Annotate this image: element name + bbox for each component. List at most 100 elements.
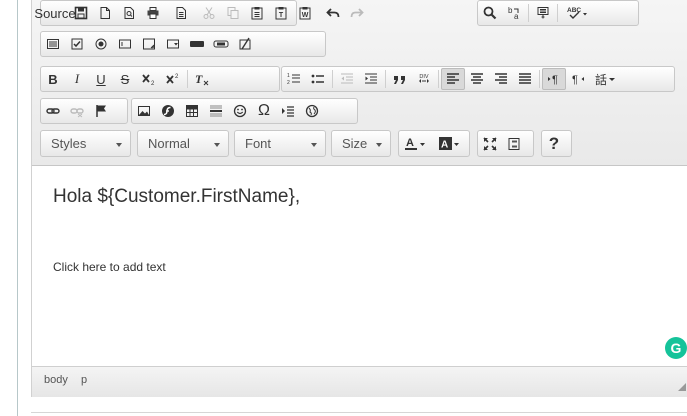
align-right-icon xyxy=(495,73,507,84)
spell-check-button[interactable]: ABC xyxy=(560,2,594,24)
flash-button[interactable] xyxy=(156,100,180,122)
svg-text:¶: ¶ xyxy=(552,74,558,86)
iframe-button[interactable] xyxy=(300,100,324,122)
svg-text:DIV: DIV xyxy=(419,74,429,80)
toolbar-group-paragraph: 1 2 DIV ¶ ¶ 話 xyxy=(281,66,675,92)
styles-combo[interactable]: Styles xyxy=(40,130,131,157)
save-button[interactable] xyxy=(69,2,93,24)
increase-indent-button[interactable] xyxy=(359,68,383,90)
language-button[interactable]: 話 xyxy=(590,68,620,90)
chevron-down-icon xyxy=(214,143,220,147)
justify-button[interactable] xyxy=(513,68,537,90)
create-div-button[interactable]: DIV xyxy=(412,68,436,90)
numbered-list-button[interactable]: 1 2 xyxy=(282,68,306,90)
unlink-button[interactable] xyxy=(65,100,89,122)
image-button[interactable] xyxy=(132,100,156,122)
decrease-indent-icon xyxy=(341,73,353,84)
resize-handle[interactable] xyxy=(678,383,686,391)
paste-button[interactable] xyxy=(245,2,269,24)
button-element-button[interactable] xyxy=(185,33,209,55)
image-button-element-button[interactable] xyxy=(209,33,233,55)
remove-format-button[interactable]: T xyxy=(190,68,214,90)
maximize-button[interactable] xyxy=(478,133,502,155)
find-button[interactable] xyxy=(478,2,502,24)
align-center-button[interactable] xyxy=(465,68,489,90)
chevron-down-icon xyxy=(609,77,615,81)
paste-icon xyxy=(251,7,263,20)
preview-button[interactable] xyxy=(117,2,141,24)
align-right-button[interactable] xyxy=(489,68,513,90)
hidden-field-button[interactable] xyxy=(233,33,257,55)
separator xyxy=(557,4,558,22)
link-button[interactable] xyxy=(41,100,65,122)
help-icon: ? xyxy=(548,133,560,153)
copy-button[interactable] xyxy=(221,2,245,24)
editor-content[interactable]: Hola ${Customer.FirstName}, Click here t… xyxy=(32,166,687,365)
size-combo[interactable]: Size xyxy=(331,130,391,157)
print-button[interactable] xyxy=(141,2,165,24)
radio-button[interactable] xyxy=(89,33,113,55)
bold-button[interactable]: B xyxy=(41,68,65,90)
select-all-button[interactable] xyxy=(531,2,555,24)
svg-text:W: W xyxy=(302,12,309,19)
save-icon xyxy=(74,6,88,20)
text-color-button[interactable]: A xyxy=(399,133,433,155)
element-path-body[interactable]: body xyxy=(44,374,68,386)
source-button[interactable]: Source xyxy=(34,2,75,24)
link-icon xyxy=(46,108,60,114)
italic-button[interactable]: I xyxy=(65,68,89,90)
text-field-button[interactable] xyxy=(113,33,137,55)
help-button[interactable]: ? xyxy=(542,133,566,155)
paste-text-button[interactable]: T xyxy=(269,2,293,24)
cut-button[interactable] xyxy=(197,2,221,24)
image-icon xyxy=(138,106,150,116)
replace-button[interactable]: b a xyxy=(502,2,526,24)
strikethrough-button[interactable]: S xyxy=(113,68,137,90)
grammarly-icon[interactable]: G xyxy=(665,337,687,359)
special-char-button[interactable]: Ω xyxy=(252,100,276,122)
font-combo[interactable]: Font xyxy=(234,130,326,157)
form-button[interactable] xyxy=(41,33,65,55)
new-page-button[interactable] xyxy=(93,2,117,24)
element-path-p[interactable]: p xyxy=(81,374,87,386)
textarea-button[interactable] xyxy=(137,33,161,55)
table-button[interactable] xyxy=(180,100,204,122)
toolbar-group-forms xyxy=(40,31,326,57)
superscript-button[interactable]: 2 xyxy=(161,68,185,90)
undo-button[interactable] xyxy=(321,2,345,24)
svg-text:a: a xyxy=(514,12,519,20)
svg-text:2: 2 xyxy=(151,81,155,86)
underline-button[interactable]: U xyxy=(89,68,113,90)
anchor-button[interactable] xyxy=(89,100,113,122)
subscript-button[interactable]: 2 xyxy=(137,68,161,90)
redo-icon xyxy=(350,8,364,18)
text-direction-rtl-button[interactable]: ¶ xyxy=(566,68,590,90)
table-icon xyxy=(186,105,198,117)
spell-check-icon: ABC xyxy=(567,7,587,19)
omega-icon: Ω xyxy=(258,102,270,119)
toolbar-group-basic-styles: B I U S 2 2 T xyxy=(40,66,280,92)
separator xyxy=(438,70,439,88)
size-combo-label: Size xyxy=(342,136,368,151)
show-blocks-button[interactable] xyxy=(502,133,526,155)
select-field-button[interactable] xyxy=(161,33,185,55)
checkbox-icon xyxy=(71,38,83,50)
add-text-placeholder[interactable]: Click here to add text xyxy=(53,260,166,274)
decrease-indent-button[interactable] xyxy=(335,68,359,90)
background-color-button[interactable]: A xyxy=(433,133,467,155)
text-direction-ltr-button[interactable]: ¶ xyxy=(542,68,566,90)
checkbox-button[interactable] xyxy=(65,33,89,55)
format-combo[interactable]: Normal xyxy=(137,130,229,157)
blockquote-button[interactable] xyxy=(388,68,412,90)
smiley-button[interactable] xyxy=(228,100,252,122)
paste-from-word-button[interactable]: W xyxy=(293,2,317,24)
horizontal-rule-button[interactable] xyxy=(204,100,228,122)
align-left-button[interactable] xyxy=(441,68,465,90)
page-break-button[interactable] xyxy=(276,100,300,122)
font-combo-label: Font xyxy=(245,136,272,151)
redo-button[interactable] xyxy=(345,2,369,24)
svg-text:A: A xyxy=(441,139,448,150)
format-combo-label: Normal xyxy=(148,136,190,151)
templates-button[interactable] xyxy=(169,2,193,24)
bulleted-list-button[interactable] xyxy=(306,68,330,90)
